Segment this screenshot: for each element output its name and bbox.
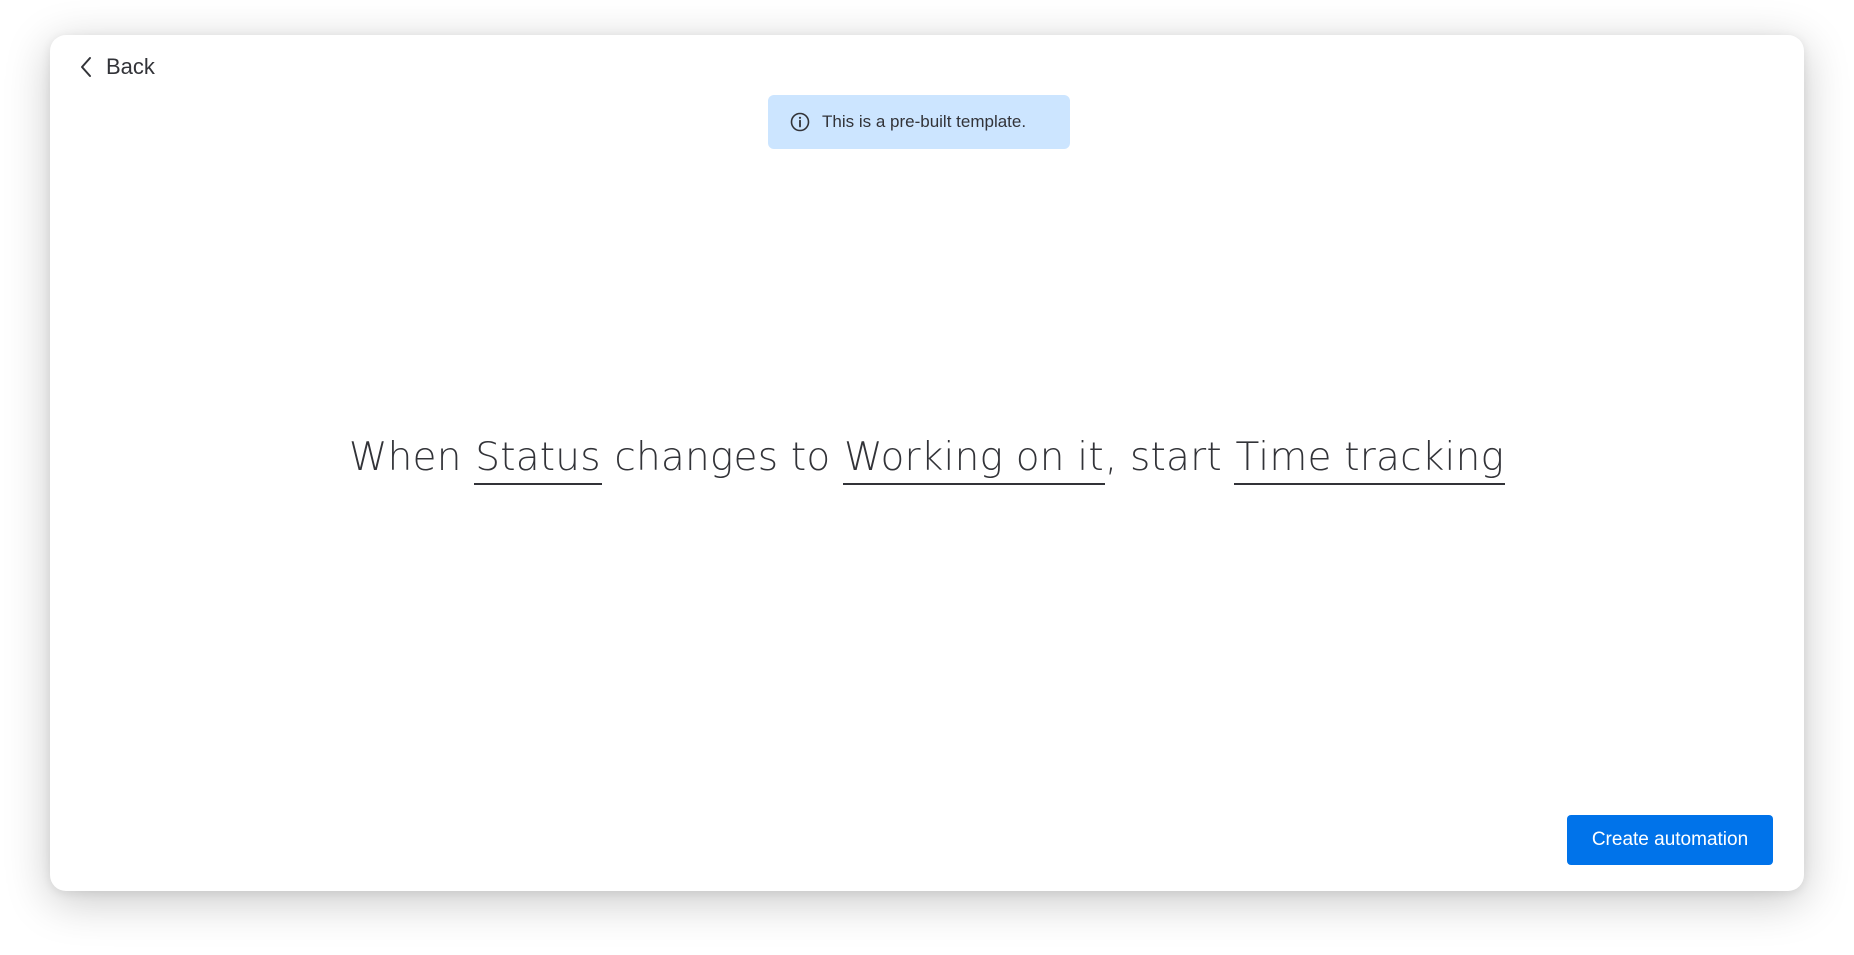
back-label: Back [106, 54, 155, 79]
recipe-text-when: When [348, 435, 475, 480]
create-automation-button[interactable]: Create automation [1567, 815, 1773, 865]
pre-built-template-banner: This is a pre-built template. [768, 95, 1070, 149]
back-button[interactable]: Back [76, 49, 155, 85]
automation-recipe-sentence: When Status changes to Working on it, st… [50, 435, 1804, 485]
info-icon [790, 112, 810, 132]
recipe-text-changes-to: changes to [601, 435, 843, 480]
recipe-text-start: , start [1104, 435, 1235, 480]
chevron-left-icon [76, 55, 96, 79]
automation-template-dialog: Back This is a pre-built template. When … [50, 35, 1804, 891]
recipe-action-column[interactable]: Time tracking [1234, 435, 1506, 485]
recipe-trigger-value[interactable]: Working on it [843, 435, 1105, 485]
banner-text: This is a pre-built template. [822, 112, 1027, 131]
recipe-trigger-column[interactable]: Status [474, 435, 602, 485]
